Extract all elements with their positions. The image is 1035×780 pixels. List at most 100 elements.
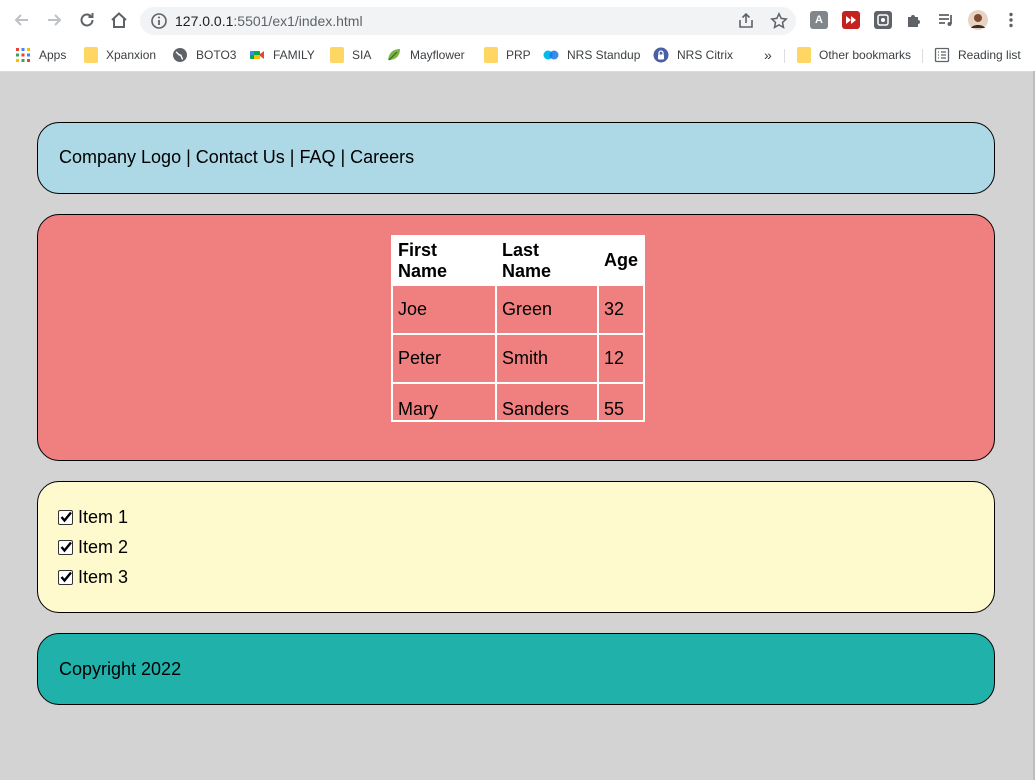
page-viewport: Company Logo | Contact Us | FAQ | Career… [0,71,1035,780]
bookmarks-divider [922,49,923,63]
forward-button[interactable] [42,8,66,32]
checkbox-item-2[interactable] [58,539,73,555]
lock-icon [653,47,669,63]
playlist-icon [939,14,952,26]
bookmark-label: Other bookmarks [819,48,912,62]
extensions-button[interactable] [902,8,926,32]
cell-first-name: Joe [392,285,496,334]
table-row: Peter Smith 12 [392,334,645,383]
more-bookmarks-button[interactable]: » [764,45,772,65]
extension-video-icon[interactable] [842,11,860,29]
arrow-left-icon [14,14,28,26]
bookmark-label: Apps [39,48,67,62]
url-host: 127.0.0.1 [175,13,234,29]
folder-icon [797,47,811,63]
bookmark-label: SIA [352,48,372,62]
profile-avatar[interactable] [966,8,990,32]
bookmark-prp[interactable]: PRP [484,45,531,65]
checklist-item[interactable]: Item 1 [58,506,128,528]
translate-icon [877,14,889,26]
cell-first-name: Mary [392,383,496,421]
checklist-item-label: Item 1 [78,506,129,527]
bookmark-label: Mayflower [410,48,465,62]
leaf-icon [388,49,400,61]
cell-age: 55 [598,383,645,421]
bookmark-label: Reading list [958,48,1021,62]
extension-a-label: A [815,14,823,26]
bookmark-xpanxion[interactable]: Xpanxion [84,45,156,65]
checkmark-icon [60,571,72,582]
bookmark-label: NRS Standup [567,48,641,62]
avatar-icon [968,10,988,30]
cell-first-name: Peter [392,334,496,383]
footer-section: Copyright 2022 [37,633,995,705]
meet-icon [250,51,264,59]
bookmark-label: PRP [506,48,531,62]
folder-icon [330,47,344,63]
bookmark-sia[interactable]: SIA [330,45,371,65]
bookmark-nrs-standup[interactable]: NRS Standup [543,45,640,65]
site-info-icon[interactable] [150,12,168,30]
bookmark-boto3[interactable]: BOTO3 [172,45,236,65]
people-table: First Name Last Name Age Joe Green 32 Pe… [391,235,646,422]
kebab-menu-icon [1009,12,1013,28]
url-path: :5501/ex1/index.html [233,13,363,29]
table-row: Mary Sanders 55 [392,383,645,421]
bookmarks-bar: Apps Xpanxion BOTO3 FAMILY SIA Mayflower… [0,40,1035,70]
column-header-last-name: Last Name [496,236,598,285]
bookmark-family[interactable]: FAMILY [249,45,315,65]
copyright-text: Copyright 2022 [59,659,182,679]
bookmark-label: Xpanxion [106,48,157,62]
table-section: First Name Last Name Age Joe Green 32 Pe… [37,214,995,461]
browser-toolbar: 127.0.0.1:5501/ex1/index.html A [0,0,1035,40]
column-header-age: Age [598,236,645,285]
media-controls-button[interactable] [934,8,958,32]
browser-chrome: 127.0.0.1:5501/ex1/index.html A Apps Xpa… [0,0,1035,72]
reading-list-icon [934,47,950,63]
checkbox-item-1[interactable] [58,509,73,525]
bookmark-apps[interactable]: Apps [15,45,66,65]
header-nav-text: Company Logo | Contact Us | FAQ | Career… [59,147,415,167]
globe-icon [173,48,187,62]
home-button[interactable] [107,8,131,32]
bookmark-label: FAMILY [273,48,315,62]
reload-button[interactable] [75,8,99,32]
folder-icon [84,47,98,63]
fast-forward-icon [846,16,856,24]
webex-icon [543,50,559,60]
reload-icon [80,13,94,27]
column-header-first-name: First Name [392,236,496,285]
reading-list-button[interactable]: Reading list [934,45,1021,65]
checklist-item-label: Item 3 [78,566,129,587]
checkmark-icon [60,541,72,552]
arrow-right-icon [48,14,62,26]
bookmark-label: NRS Citrix [677,48,733,62]
browser-menu-button[interactable] [999,8,1023,32]
share-icon[interactable] [737,12,755,30]
bookmark-mayflower[interactable]: Mayflower [386,45,465,65]
checklist-item[interactable]: Item 3 [58,566,128,588]
bookmarks-divider [784,49,785,63]
apps-grid-icon [16,48,30,62]
back-button[interactable] [10,8,34,32]
checklist-item-label: Item 2 [78,536,129,557]
cell-last-name: Sanders [496,383,598,421]
checkmark-icon [60,511,72,522]
checkbox-item-3[interactable] [58,569,73,585]
table-row: Joe Green 32 [392,285,645,334]
bookmark-label: BOTO3 [196,48,237,62]
folder-icon [484,47,498,63]
star-bookmark-icon[interactable] [770,12,788,30]
bookmark-other-bookmarks[interactable]: Other bookmarks [797,45,911,65]
extension-a-icon[interactable]: A [810,11,828,29]
bookmark-nrs-citrix[interactable]: NRS Citrix [653,45,733,65]
checklist-item[interactable]: Item 2 [58,536,128,558]
header-section: Company Logo | Contact Us | FAQ | Career… [37,122,995,194]
cell-age: 32 [598,285,645,334]
puzzle-icon [908,15,920,27]
cell-last-name: Green [496,285,598,334]
double-chevron-icon: » [764,47,772,63]
address-bar[interactable]: 127.0.0.1:5501/ex1/index.html [140,7,796,35]
extension-translate-icon[interactable] [874,11,892,29]
home-icon [111,12,127,28]
